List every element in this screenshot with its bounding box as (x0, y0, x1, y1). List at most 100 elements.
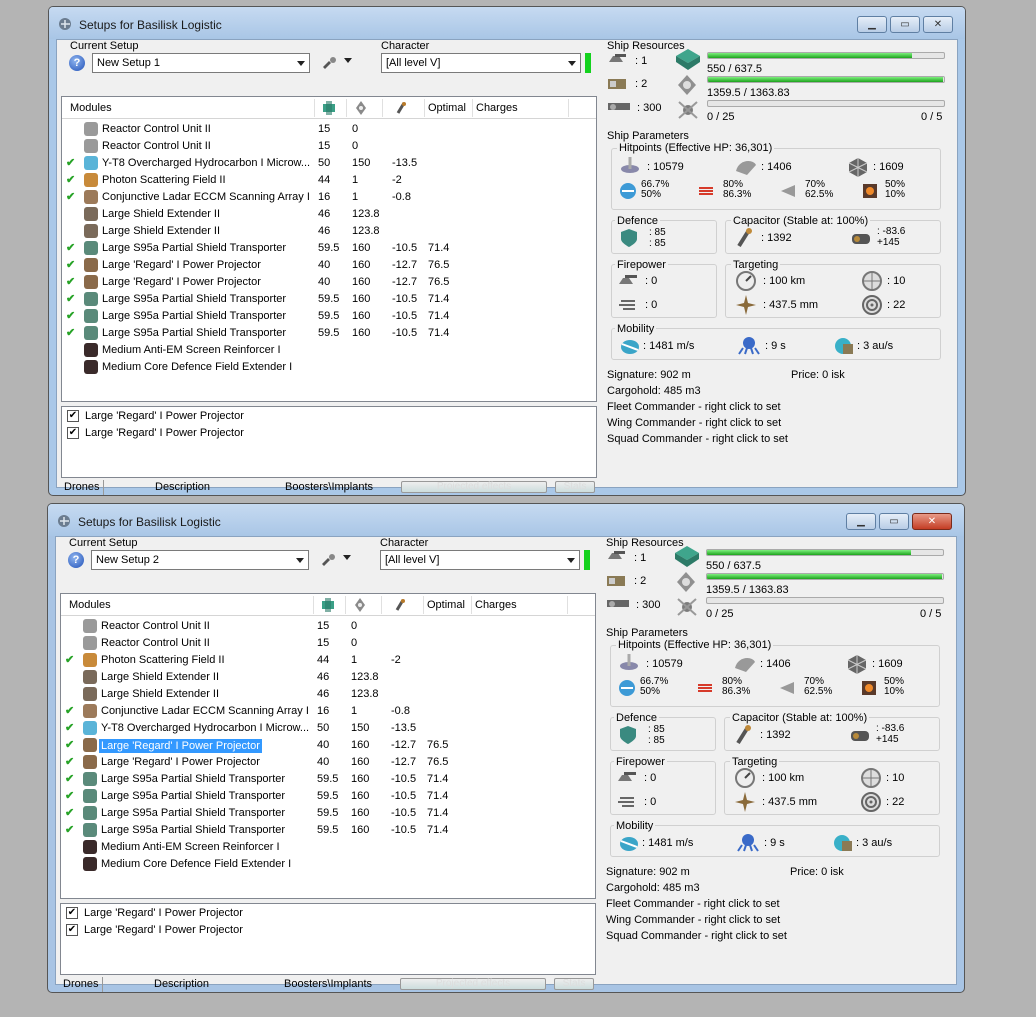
module-row[interactable]: Large Shield Extender II 46 123.8 (61, 669, 581, 686)
tab-stats[interactable]: Stats (554, 978, 594, 990)
col-charges[interactable]: Charges (476, 102, 518, 114)
module-row[interactable]: ✔ Large 'Regard' I Power Projector 40 160 -1… (62, 257, 582, 274)
setup-tools-button[interactable] (322, 56, 356, 74)
powergrid-icon[interactable] (353, 598, 367, 612)
squad-commander[interactable]: Squad Commander - right click to set (606, 930, 787, 942)
col-optimal[interactable]: Optimal (428, 102, 466, 114)
help-icon[interactable]: ? (68, 552, 84, 568)
minimize-button[interactable]: ▁ (857, 16, 887, 33)
module-row[interactable]: ✔ Y-T8 Overcharged Hydrocarbon I Microw..… (62, 155, 582, 172)
col-charges[interactable]: Charges (475, 599, 517, 611)
minimize-button[interactable]: ▁ (846, 513, 876, 530)
module-row[interactable]: ✔ Large 'Regard' I Power Projector 40 160 -1… (61, 737, 581, 754)
module-row[interactable]: ✔ Large S95a Partial Shield Transporter 59… (62, 240, 582, 257)
tab-drones[interactable]: Drones (63, 978, 98, 990)
modules-list[interactable]: Modules Optimal Charges Reactor Control … (61, 96, 597, 402)
online-check-icon[interactable]: ✔ (65, 704, 74, 717)
setup-select[interactable]: New Setup 2 (91, 550, 309, 570)
module-row[interactable]: ✔ Large S95a Partial Shield Transporter 59… (62, 325, 582, 342)
capacitor-icon[interactable] (393, 598, 407, 612)
module-row[interactable]: ✔ Photon Scattering Field II 44 1 -2 (61, 652, 581, 669)
title-bar[interactable]: Setups for Basilisk Logistic ▁ ▭ ✕ (49, 7, 965, 39)
online-check-icon[interactable]: ✔ (65, 653, 74, 666)
module-row[interactable]: Medium Anti-EM Screen Reinforcer I (61, 839, 581, 856)
projected-checkbox[interactable]: ✔ (66, 924, 78, 936)
tab-boosters-implants[interactable]: Boosters\Implants (285, 481, 373, 493)
setup-select[interactable]: New Setup 1 (92, 53, 310, 73)
module-row[interactable]: Medium Core Defence Field Extender I (62, 359, 582, 376)
modules-list[interactable]: Modules Optimal Charges Reactor Control … (60, 593, 596, 899)
online-check-icon[interactable]: ✔ (66, 173, 75, 186)
projected-list[interactable]: ✔ Large 'Regard' I Power Projector ✔ Large … (60, 903, 596, 975)
module-row[interactable]: ✔ Y-T8 Overcharged Hydrocarbon I Microw..… (61, 720, 581, 737)
online-check-icon[interactable]: ✔ (66, 258, 75, 271)
online-check-icon[interactable]: ✔ (66, 241, 75, 254)
setup-tools-button[interactable] (321, 553, 355, 571)
online-check-icon[interactable]: ✔ (65, 806, 74, 819)
tab-stats[interactable]: Stats (555, 481, 595, 493)
help-icon[interactable]: ? (69, 55, 85, 71)
module-row[interactable]: ✔ Photon Scattering Field II 44 1 -2 (62, 172, 582, 189)
capacitor-icon[interactable] (394, 101, 408, 115)
module-row[interactable]: ✔ Large S95a Partial Shield Transporter 59… (62, 291, 582, 308)
module-row[interactable]: ✔ Conjunctive Ladar ECCM Scanning Array I… (62, 189, 582, 206)
online-check-icon[interactable]: ✔ (65, 721, 74, 734)
module-row[interactable]: Medium Anti-EM Screen Reinforcer I (62, 342, 582, 359)
cpu-icon[interactable] (322, 101, 336, 115)
title-bar[interactable]: Setups for Basilisk Logistic ▁ ▭ ✕ (48, 504, 964, 536)
online-check-icon[interactable]: ✔ (65, 823, 74, 836)
tab-boosters-implants[interactable]: Boosters\Implants (284, 978, 372, 990)
online-check-icon[interactable]: ✔ (65, 772, 74, 785)
module-row[interactable]: ✔ Large S95a Partial Shield Transporter 59… (61, 788, 581, 805)
online-check-icon[interactable]: ✔ (65, 789, 74, 802)
tab-description[interactable]: Description (155, 481, 210, 493)
col-optimal[interactable]: Optimal (427, 599, 465, 611)
tab-drones[interactable]: Drones (64, 481, 99, 493)
module-row[interactable]: Reactor Control Unit II 15 0 (62, 121, 582, 138)
module-row[interactable]: ✔ Conjunctive Ladar ECCM Scanning Array I… (61, 703, 581, 720)
character-select[interactable]: [All level V] (380, 550, 580, 570)
fleet-commander[interactable]: Fleet Commander - right click to set (607, 401, 781, 413)
online-check-icon[interactable]: ✔ (66, 156, 75, 169)
module-row[interactable]: Reactor Control Unit II 15 0 (62, 138, 582, 155)
module-row[interactable]: ✔ Large S95a Partial Shield Transporter 59… (62, 308, 582, 325)
module-row[interactable]: Reactor Control Unit II 15 0 (61, 635, 581, 652)
wing-commander[interactable]: Wing Commander - right click to set (607, 417, 781, 429)
module-row[interactable]: ✔ Large S95a Partial Shield Transporter 59… (61, 771, 581, 788)
cpu-icon[interactable] (321, 598, 335, 612)
maximize-button[interactable]: ▭ (890, 16, 920, 33)
module-row[interactable]: Medium Core Defence Field Extender I (61, 856, 581, 873)
module-row[interactable]: ✔ Large 'Regard' I Power Projector 40 160 -1… (62, 274, 582, 291)
tab-description[interactable]: Description (154, 978, 209, 990)
module-row[interactable]: Large Shield Extender II 46 123.8 (62, 206, 582, 223)
wing-commander[interactable]: Wing Commander - right click to set (606, 914, 780, 926)
online-check-icon[interactable]: ✔ (65, 738, 74, 751)
character-select[interactable]: [All level V] (381, 53, 581, 73)
module-row[interactable]: Large Shield Extender II 46 123.8 (61, 686, 581, 703)
tab-projected-effects[interactable]: Projected effects (400, 978, 546, 990)
tab-projected-effects[interactable]: Projected effects (401, 481, 547, 493)
module-row[interactable]: ✔ Large S95a Partial Shield Transporter 59… (61, 822, 581, 839)
projected-list[interactable]: ✔ Large 'Regard' I Power Projector ✔ Large … (61, 406, 597, 478)
powergrid-icon[interactable] (354, 101, 368, 115)
projected-checkbox[interactable]: ✔ (66, 907, 78, 919)
module-row[interactable]: ✔ Large 'Regard' I Power Projector 40 160 -1… (61, 754, 581, 771)
online-check-icon[interactable]: ✔ (66, 292, 75, 305)
maximize-button[interactable]: ▭ (879, 513, 909, 530)
module-row[interactable]: ✔ Large S95a Partial Shield Transporter 59… (61, 805, 581, 822)
online-check-icon[interactable]: ✔ (66, 309, 75, 322)
projected-checkbox[interactable]: ✔ (67, 410, 79, 422)
projected-checkbox[interactable]: ✔ (67, 427, 79, 439)
col-modules[interactable]: Modules (69, 599, 111, 611)
module-row[interactable]: Large Shield Extender II 46 123.8 (62, 223, 582, 240)
online-check-icon[interactable]: ✔ (66, 275, 75, 288)
squad-commander[interactable]: Squad Commander - right click to set (607, 433, 788, 445)
col-modules[interactable]: Modules (70, 102, 112, 114)
online-check-icon[interactable]: ✔ (65, 755, 74, 768)
online-check-icon[interactable]: ✔ (66, 326, 75, 339)
close-button[interactable]: ✕ (923, 16, 953, 33)
online-check-icon[interactable]: ✔ (66, 190, 75, 203)
fleet-commander[interactable]: Fleet Commander - right click to set (606, 898, 780, 910)
module-row[interactable]: Reactor Control Unit II 15 0 (61, 618, 581, 635)
close-button[interactable]: ✕ (912, 513, 952, 530)
